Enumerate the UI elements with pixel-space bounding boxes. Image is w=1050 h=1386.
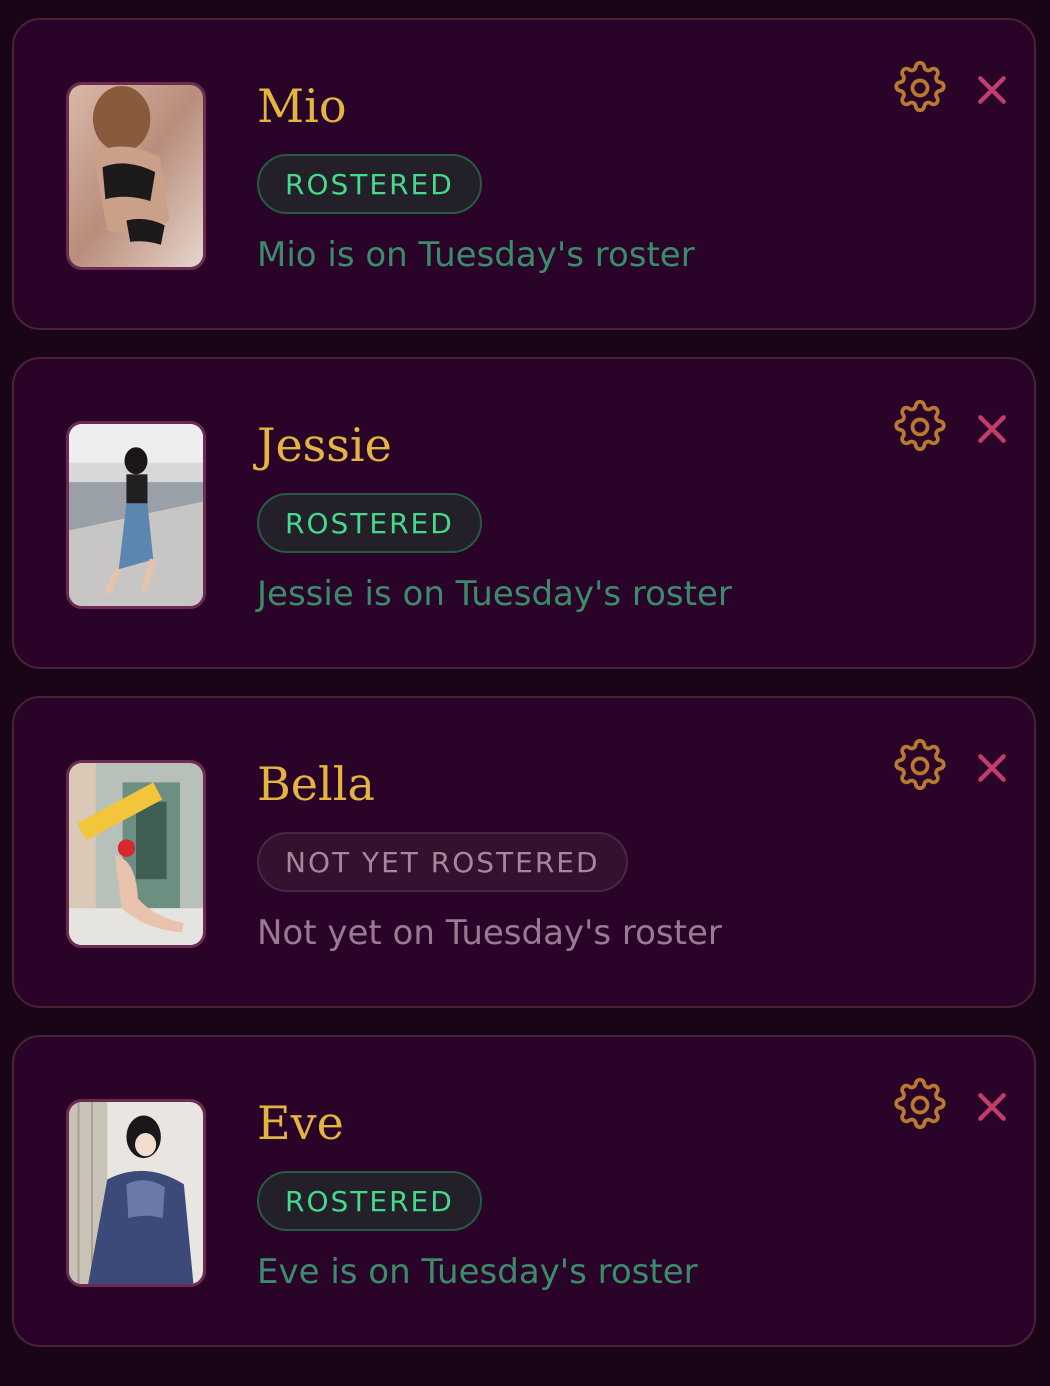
photo-placeholder [69, 1102, 203, 1284]
profile-photo[interactable] [66, 760, 206, 948]
roster-status-text: Not yet on Tuesday's roster [257, 913, 722, 953]
photo-placeholder [69, 763, 203, 945]
profile-photo[interactable] [66, 1099, 206, 1287]
profile-card-eve[interactable]: Eve ROSTERED Eve is on Tuesday's roster [12, 1035, 1036, 1347]
close-icon[interactable] [972, 70, 1012, 110]
gear-icon[interactable] [890, 397, 950, 457]
close-icon[interactable] [972, 409, 1012, 449]
profile-photo[interactable] [66, 82, 206, 270]
roster-status-badge: NOT YET ROSTERED [257, 832, 628, 892]
gear-icon[interactable] [890, 736, 950, 796]
roster-status-badge: ROSTERED [257, 1171, 482, 1231]
profile-name: Mio [257, 79, 347, 133]
profile-photo[interactable] [66, 421, 206, 609]
roster-status-text: Jessie is on Tuesday's roster [257, 574, 732, 614]
roster-status-badge: ROSTERED [257, 493, 482, 553]
profile-name: Bella [257, 757, 375, 811]
roster-status-text: Mio is on Tuesday's roster [257, 235, 695, 275]
close-icon[interactable] [972, 748, 1012, 788]
photo-placeholder [69, 85, 203, 267]
roster-status-badge: ROSTERED [257, 154, 482, 214]
profile-card-jessie[interactable]: Jessie ROSTERED Jessie is on Tuesday's r… [12, 357, 1036, 669]
roster-status-text: Eve is on Tuesday's roster [257, 1252, 698, 1292]
roster-card-list: Mio ROSTERED Mio is on Tuesday's roster … [0, 0, 1050, 1386]
profile-card-mio[interactable]: Mio ROSTERED Mio is on Tuesday's roster [12, 18, 1036, 330]
profile-name: Jessie [257, 418, 392, 472]
profile-card-bella[interactable]: Bella NOT YET ROSTERED Not yet on Tuesda… [12, 696, 1036, 1008]
profile-name: Eve [257, 1096, 344, 1150]
photo-placeholder [69, 424, 203, 606]
close-icon[interactable] [972, 1087, 1012, 1127]
gear-icon[interactable] [890, 58, 950, 118]
gear-icon[interactable] [890, 1075, 950, 1135]
